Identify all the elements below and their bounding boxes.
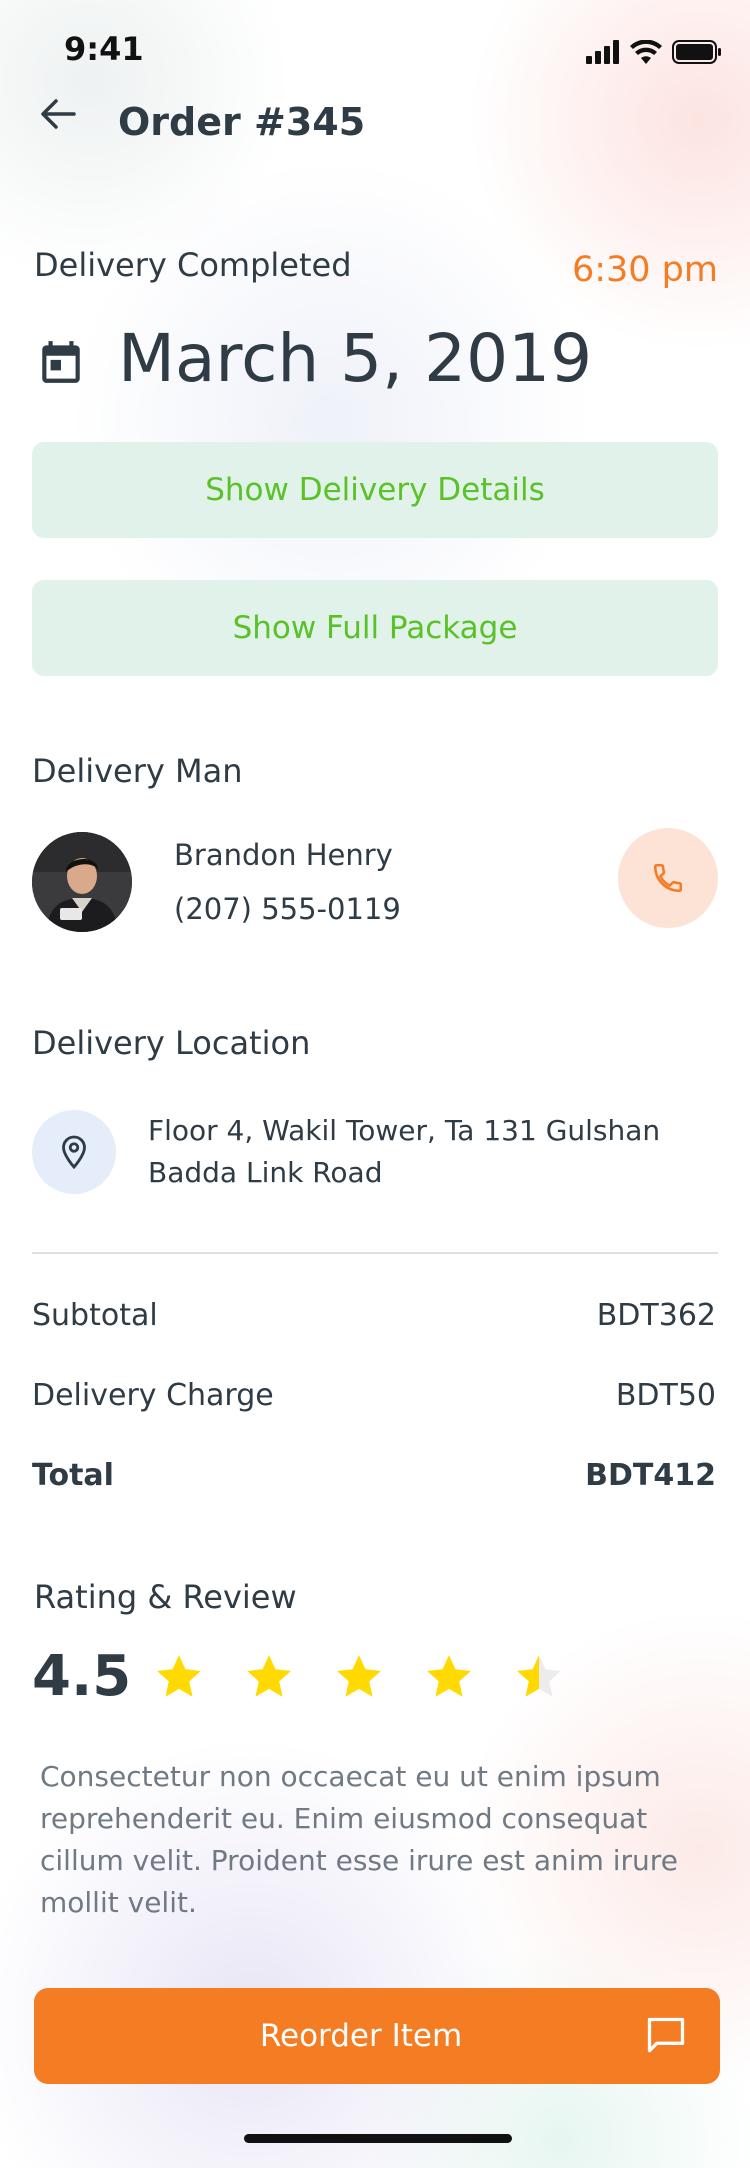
delivery-man-title: Delivery Man bbox=[32, 752, 243, 790]
chat-icon[interactable] bbox=[644, 2014, 688, 2058]
total-value: BDT412 bbox=[585, 1458, 716, 1493]
avatar bbox=[32, 832, 132, 932]
star-icon bbox=[427, 1655, 471, 1697]
phone-icon bbox=[653, 863, 683, 893]
reorder-button[interactable]: Reorder Item bbox=[34, 1988, 720, 2084]
call-button[interactable] bbox=[618, 828, 718, 928]
show-full-package-button[interactable]: Show Full Package bbox=[32, 580, 718, 676]
location-pin-icon bbox=[32, 1110, 116, 1194]
signal-icon bbox=[586, 40, 619, 64]
calendar-icon bbox=[36, 337, 86, 391]
star-icon bbox=[157, 1655, 201, 1697]
delivery-man-name: Brandon Henry bbox=[174, 838, 393, 872]
review-text: Consectetur non occaecat eu ut enim ipsu… bbox=[40, 1760, 678, 1919]
delivery-charge-label: Delivery Charge bbox=[32, 1378, 274, 1413]
total-label: Total bbox=[32, 1458, 114, 1493]
subtotal-value: BDT362 bbox=[596, 1298, 716, 1333]
divider bbox=[32, 1252, 718, 1254]
delivery-charge-value: BDT50 bbox=[615, 1378, 716, 1413]
delivery-man-phone: (207) 555-0119 bbox=[174, 892, 401, 926]
star-icon bbox=[517, 1655, 561, 1697]
page-title: Order #345 bbox=[118, 100, 366, 144]
arrow-left-icon bbox=[41, 99, 76, 129]
address-line-2: Badda Link Road bbox=[148, 1156, 383, 1189]
star-icon bbox=[337, 1655, 381, 1697]
rating-review-title: Rating & Review bbox=[34, 1578, 297, 1616]
delivery-date: March 5, 2019 bbox=[118, 320, 593, 397]
delivery-status: Delivery Completed bbox=[34, 246, 352, 284]
subtotal-label: Subtotal bbox=[32, 1298, 158, 1333]
delivery-time: 6:30 pm bbox=[571, 250, 718, 290]
delivery-address: Floor 4, Wakil Tower, Ta 131 Gulshan Bad… bbox=[148, 1110, 688, 1194]
reorder-label: Reorder Item bbox=[259, 2018, 463, 2054]
home-indicator bbox=[244, 2134, 512, 2143]
show-delivery-details-button[interactable]: Show Delivery Details bbox=[32, 442, 718, 538]
delivery-location-title: Delivery Location bbox=[32, 1024, 311, 1062]
star-rating bbox=[154, 1652, 564, 1702]
star-icon bbox=[247, 1655, 291, 1697]
wifi-icon bbox=[630, 40, 662, 64]
address-line-1: Floor 4, Wakil Tower, Ta 131 Gulshan bbox=[148, 1114, 661, 1147]
back-button[interactable] bbox=[36, 92, 80, 136]
status-time: 9:41 bbox=[64, 30, 144, 68]
battery-icon bbox=[672, 40, 721, 64]
rating-value: 4.5 bbox=[32, 1644, 132, 1709]
status-icons bbox=[586, 40, 722, 64]
